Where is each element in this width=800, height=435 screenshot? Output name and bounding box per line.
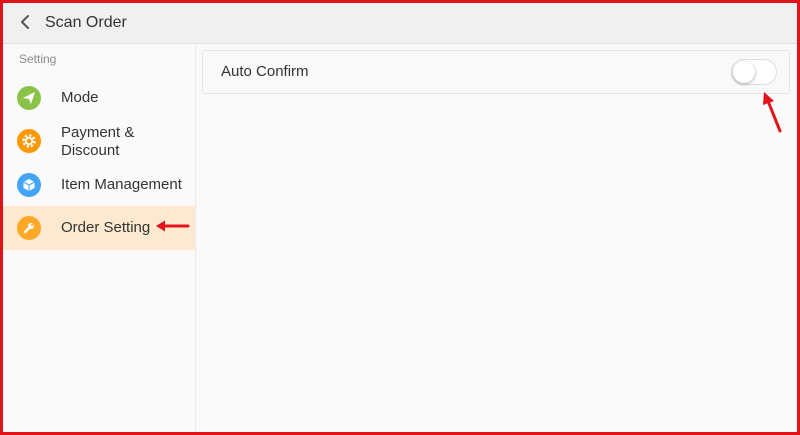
setting-row-auto-confirm: Auto Confirm [202,50,790,94]
chevron-left-icon [21,15,29,29]
sidebar-item-label: Item Management [61,176,182,193]
auto-confirm-toggle[interactable] [731,59,777,85]
sidebar-section-label: Setting [19,52,57,66]
app-window: Scan Order Setting Mode Payment & Discou… [0,0,800,435]
top-bar: Scan Order [3,3,797,44]
paper-plane-icon [17,86,41,110]
setting-label: Auto Confirm [221,63,309,80]
box-icon [17,173,41,197]
sidebar-item-label: Payment & [61,124,135,141]
sidebar-item-item-management[interactable]: Item Management [3,168,195,202]
sidebar-item-order-setting[interactable]: Order Setting [3,206,195,250]
sidebar: Setting Mode Payment & Discount Item Man… [3,44,196,432]
sidebar-item-mode[interactable]: Mode [3,82,195,114]
sidebar-item-label: Order Setting [61,219,151,236]
sidebar-item-label: Discount [61,142,120,159]
sidebar-item-label: Mode [61,89,99,106]
sidebar-item-payment-discount[interactable]: Payment & Discount [3,122,195,162]
gear-icon [17,129,41,153]
settings-panel: Auto Confirm [196,44,797,432]
wrench-icon [17,216,41,240]
toggle-knob [733,61,755,83]
back-button[interactable] [15,12,35,32]
page-title: Scan Order [45,14,127,31]
